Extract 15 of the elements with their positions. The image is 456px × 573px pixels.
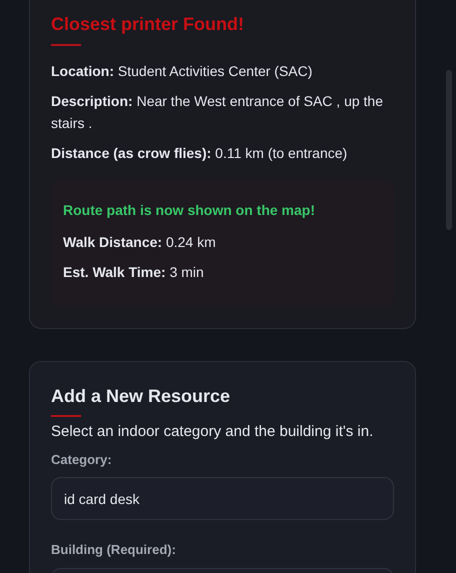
scrollbar[interactable] [446, 70, 452, 230]
result-title: Closest printer Found! [51, 14, 245, 36]
detail-text: Walk Distance: 0.24 km [63, 232, 217, 252]
form-subtitle: Select an indoor category and the building it's in. [51, 422, 374, 442]
field-label: Building (Required): [51, 541, 177, 560]
form-title: Add a New Resource [51, 386, 232, 408]
field-label: Category: [51, 450, 113, 469]
route-message: Route path is now shown on the map! [63, 200, 316, 220]
accent-line [51, 415, 81, 418]
detail-text: Location: Student Activities Center (SAC) [51, 62, 314, 81]
detail-text: Distance (as crow flies): 0.11 km (to entrance) [51, 144, 348, 163]
detail-text: Description: Near the West entrance of SAC , up the stairs . [51, 92, 384, 133]
detail-text: Est. Walk Time: 3 min [63, 262, 205, 282]
accent-line [51, 44, 81, 46]
category-field[interactable]: id card desk [51, 477, 394, 520]
